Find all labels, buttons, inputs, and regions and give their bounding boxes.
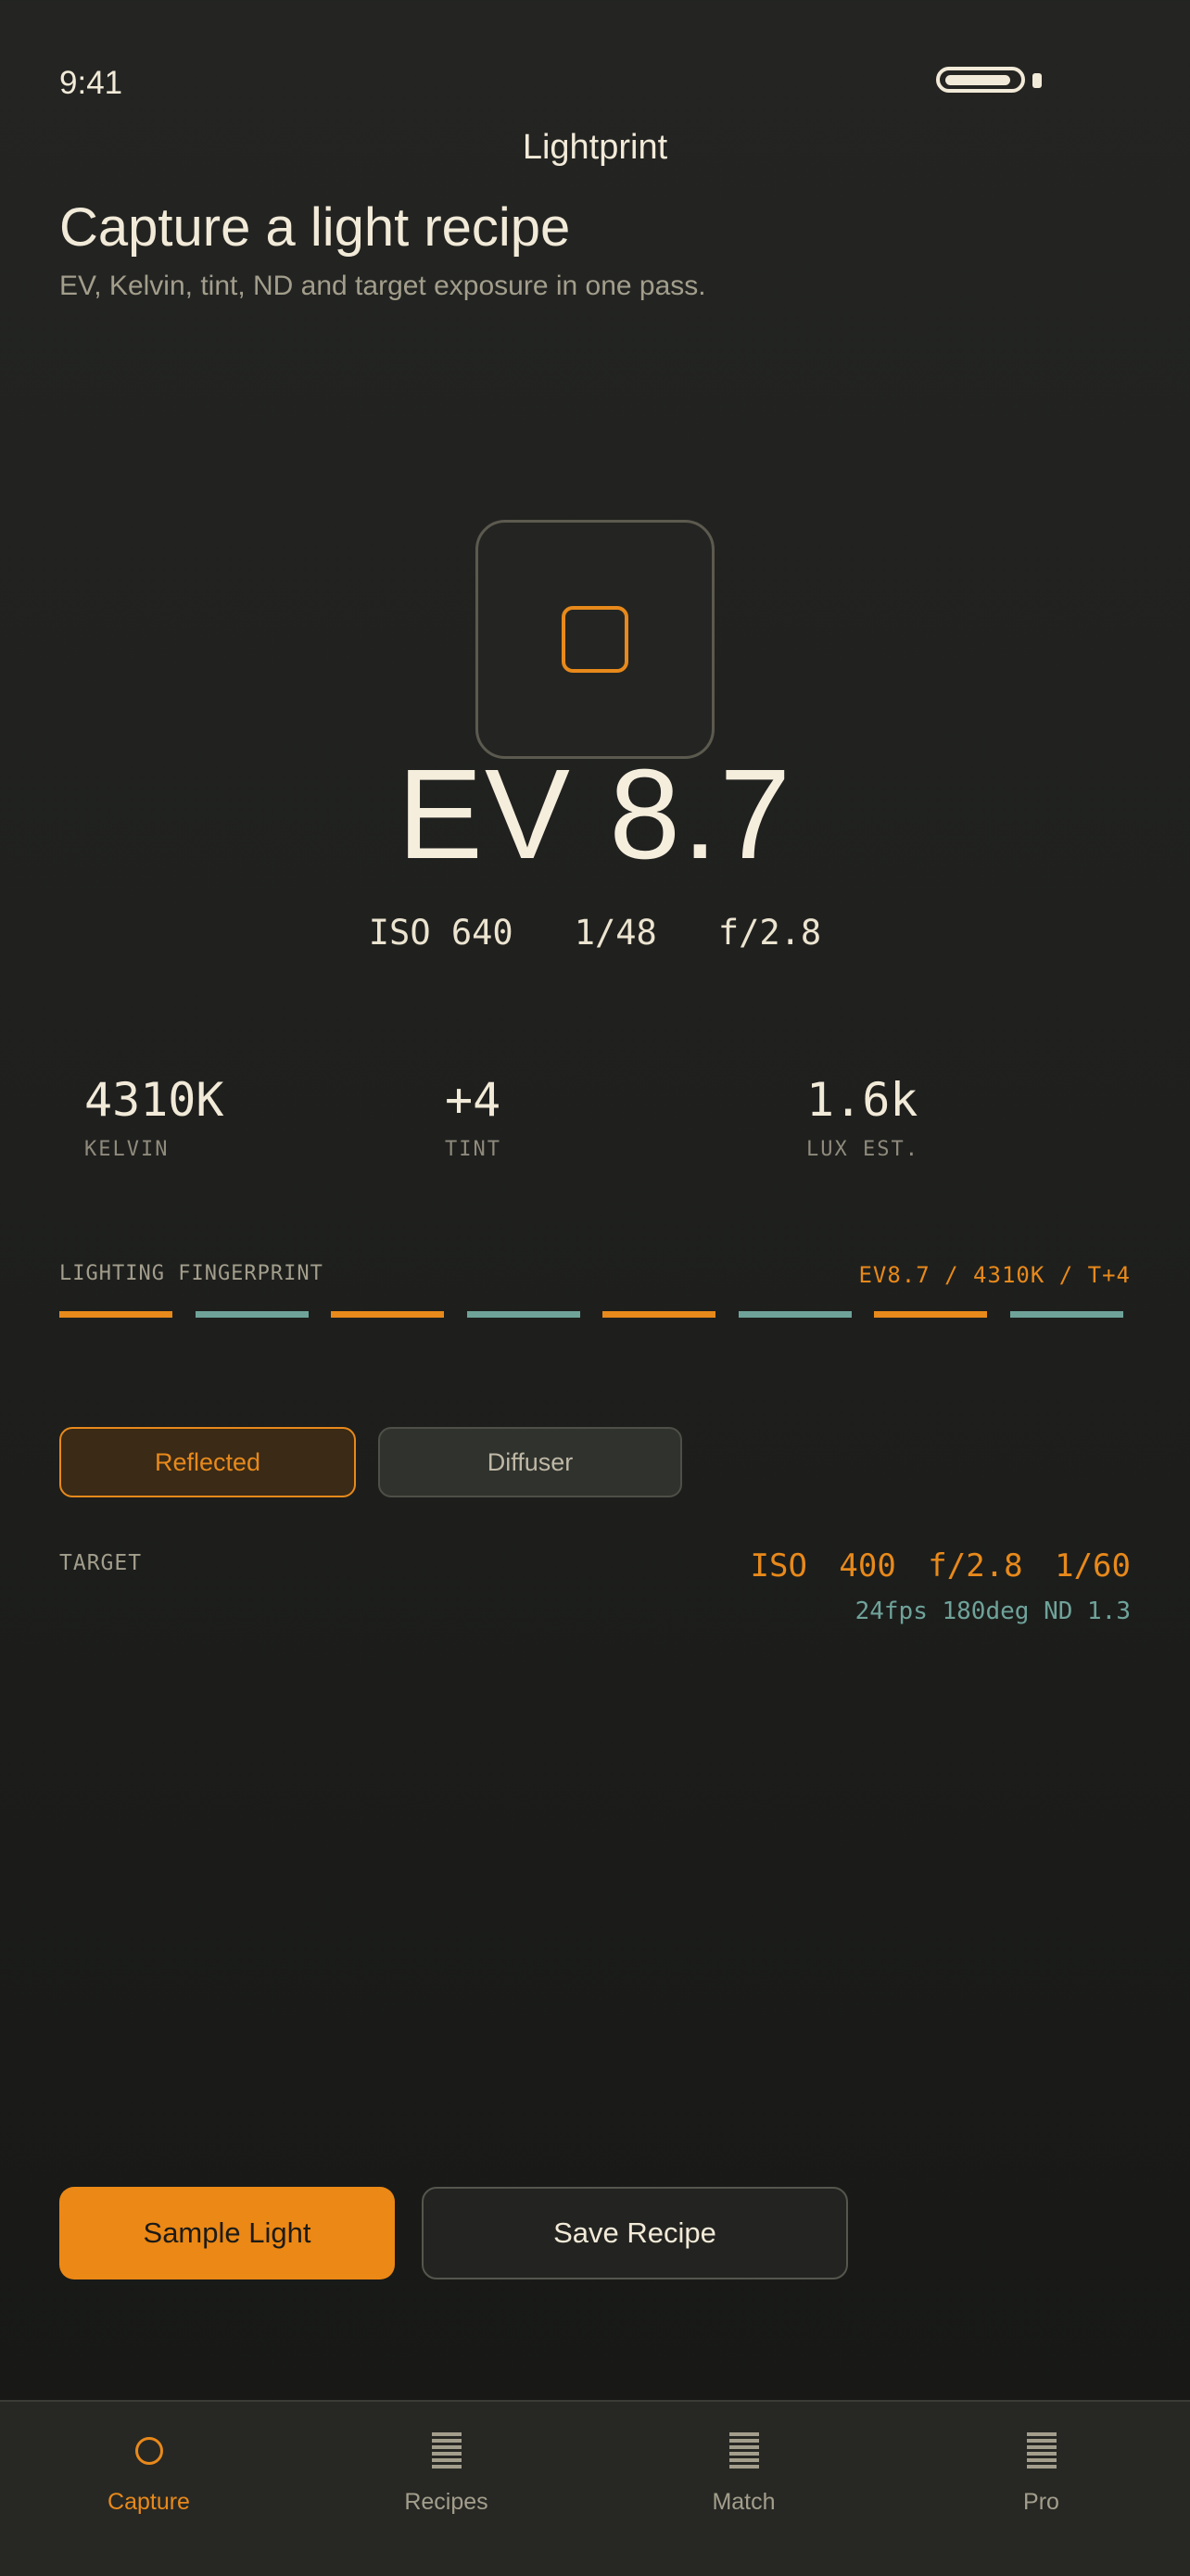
- fingerprint-bar: [602, 1311, 715, 1318]
- battery-tip: [1032, 73, 1042, 88]
- target-exposure: ISO 400 f/2.8 1/60: [750, 1547, 1131, 1585]
- fingerprint-bar: [738, 1311, 852, 1318]
- tab-recipes[interactable]: Recipes: [298, 2402, 595, 2576]
- tab-match[interactable]: Match: [595, 2402, 892, 2576]
- fingerprint-value: EV8.7 / 4310K / T+4: [858, 1262, 1131, 1288]
- battery-icon: [936, 67, 1025, 93]
- mode-diffuser-button[interactable]: Diffuser: [378, 1427, 682, 1497]
- stat-tint: +4 TINT: [445, 1073, 501, 1161]
- fingerprint-bar: [59, 1311, 172, 1318]
- lux-value: 1.6k: [806, 1073, 918, 1127]
- list-icon: [1026, 2432, 1057, 2469]
- tab-label: Match: [712, 2489, 776, 2515]
- circle-icon: [134, 2437, 163, 2465]
- tint-value: +4: [445, 1073, 501, 1127]
- tab-capture[interactable]: Capture: [0, 2402, 298, 2576]
- page-title: Capture a light recipe: [59, 197, 571, 258]
- fingerprint-label: LIGHTING FINGERPRINT: [59, 1262, 323, 1285]
- stat-lux: 1.6k LUX EST.: [806, 1073, 919, 1161]
- fingerprint-bars: [59, 1311, 1131, 1318]
- tab-label: Pro: [1023, 2489, 1059, 2515]
- tint-label: TINT: [445, 1138, 501, 1161]
- tab-label: Capture: [108, 2489, 190, 2515]
- shutter-value: 1/48: [574, 913, 657, 953]
- kelvin-value: 4310K: [84, 1073, 224, 1127]
- list-icon: [431, 2432, 462, 2469]
- tab-pro[interactable]: Pro: [892, 2402, 1190, 2576]
- ev-reading: EV 8.7: [397, 743, 793, 886]
- tab-label: Recipes: [404, 2489, 488, 2515]
- save-recipe-button[interactable]: Save Recipe: [422, 2187, 848, 2279]
- stat-kelvin: 4310K KELVIN: [84, 1073, 224, 1161]
- kelvin-label: KELVIN: [84, 1138, 170, 1161]
- fingerprint-bar: [874, 1311, 987, 1318]
- status-time: 9:41: [59, 65, 123, 101]
- target-cine-settings: 24fps 180deg ND 1.3: [855, 1597, 1131, 1625]
- fingerprint-bar: [466, 1311, 580, 1318]
- tab-bar: Capture Recipes Match Pro: [0, 2400, 1190, 2576]
- lux-label: LUX EST.: [806, 1138, 919, 1161]
- list-icon: [728, 2432, 759, 2469]
- aperture-value: f/2.8: [717, 913, 822, 953]
- app-title: Lightprint: [522, 128, 668, 167]
- fingerprint-bar: [331, 1311, 444, 1318]
- fingerprint-bar: [1009, 1311, 1123, 1318]
- meter-square-icon: [475, 520, 715, 759]
- page-subtitle: EV, Kelvin, tint, ND and target exposure…: [59, 271, 706, 301]
- fingerprint-bar: [195, 1311, 309, 1318]
- mode-reflected-button[interactable]: Reflected: [59, 1427, 356, 1497]
- iso-value: ISO 640: [368, 913, 513, 953]
- sample-light-button[interactable]: Sample Light: [59, 2187, 395, 2279]
- exposure-readout: ISO 640 1/48 f/2.8: [0, 913, 1190, 953]
- target-label: TARGET: [59, 1551, 143, 1575]
- meter-inner-square: [562, 606, 628, 673]
